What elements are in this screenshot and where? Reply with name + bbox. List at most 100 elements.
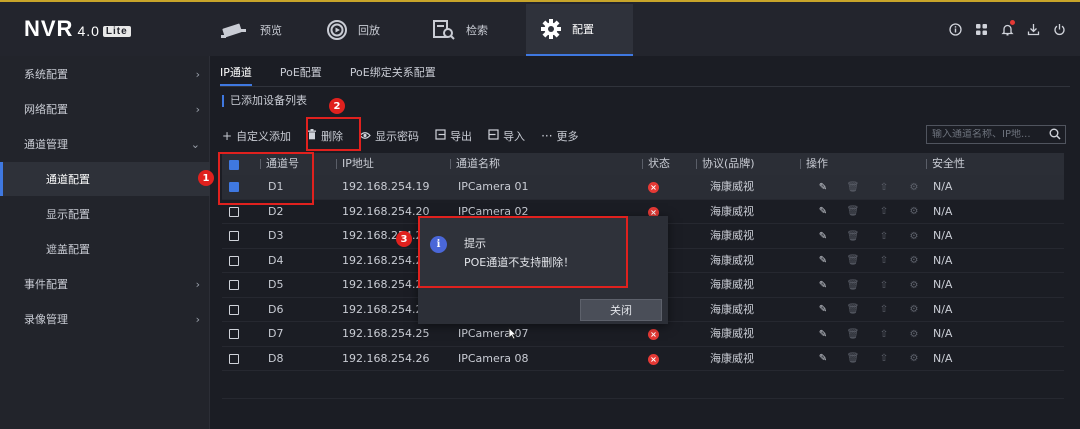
show-password-button[interactable]: 显示密码 (359, 128, 419, 144)
row-checkbox[interactable] (229, 231, 239, 241)
upgrade-icon[interactable]: ⇧ (877, 254, 891, 268)
table-header: 通道号 IP地址 通道名称 状态 协议(品牌) 操作 安全性 (222, 153, 1064, 175)
bell-icon[interactable] (1000, 20, 1015, 36)
tab-poe-config[interactable]: PoE配置 (280, 64, 322, 86)
section-title: 已添加设备列表 (222, 95, 307, 107)
export-button[interactable]: 导出 (435, 128, 472, 144)
upgrade-icon[interactable]: ⇧ (877, 327, 891, 341)
download-icon[interactable] (1026, 22, 1040, 36)
chevron-right-icon: › (195, 312, 200, 326)
import-button[interactable]: 导入 (488, 128, 525, 144)
nav-tab-search[interactable]: 检索 (432, 4, 522, 56)
sidebar-item-network[interactable]: 网络配置 › (0, 92, 210, 126)
upgrade-icon[interactable]: ⇧ (877, 180, 891, 194)
upgrade-icon[interactable]: ⇧ (877, 352, 891, 366)
dialog-title: 提示 (464, 237, 486, 250)
edit-icon[interactable]: ✎ (816, 229, 830, 243)
nav-tab-config[interactable]: 配置 (526, 4, 633, 56)
dialog-close-button[interactable]: 关闭 (580, 299, 662, 321)
row-checkbox[interactable] (229, 304, 239, 315)
cell-protocol: 海康威视 (710, 302, 754, 316)
cell-protocol: 海康威视 (710, 278, 754, 291)
edit-icon[interactable]: ✎ (816, 327, 830, 341)
edit-icon[interactable]: ✎ (816, 303, 830, 317)
cell-channel: D4 (268, 253, 284, 267)
cell-security: N/A (933, 180, 953, 193)
row-checkbox[interactable] (229, 353, 239, 364)
header-ip[interactable]: IP地址 (336, 153, 374, 175)
sidebar-item-channel-management[interactable]: 通道管理 ⌄ (0, 127, 210, 161)
settings-icon[interactable]: ⚙ (907, 303, 921, 317)
cell-ip: 192.168.254.25 (342, 327, 430, 340)
sidebar-item-system[interactable]: 系统配置 › (0, 57, 210, 91)
channel-toolbar: + 自定义添加 删除 显示密码 导出 导入 ··· 更多 (222, 128, 579, 144)
sidebar-item-recording[interactable]: 录像管理 › (0, 302, 210, 336)
upgrade-icon[interactable]: ⇧ (877, 229, 891, 243)
edit-icon[interactable]: ✎ (816, 180, 830, 194)
header-protocol: 协议(品牌) (696, 153, 755, 175)
delete-icon[interactable]: 🗑 (846, 303, 860, 317)
status-offline-icon: × (648, 329, 659, 340)
cell-security: N/A (933, 327, 953, 340)
cell-channel: D6 (268, 302, 284, 316)
more-button[interactable]: ··· 更多 (541, 128, 578, 144)
delete-icon[interactable]: 🗑 (846, 352, 860, 366)
fan-icon[interactable] (974, 22, 988, 36)
cell-security: N/A (933, 204, 953, 218)
info-icon: i (430, 236, 447, 253)
row-checkbox[interactable] (229, 280, 239, 290)
edit-icon[interactable]: ✎ (816, 278, 830, 292)
edit-icon[interactable]: ✎ (816, 254, 830, 268)
tab-ip-channel[interactable]: IP通道 (220, 64, 252, 86)
status-offline-icon: × (648, 182, 659, 193)
delete-icon[interactable]: 🗑 (846, 229, 860, 243)
nav-tab-preview[interactable]: 预览 (216, 4, 308, 56)
import-icon (488, 129, 499, 143)
delete-icon[interactable]: 🗑 (846, 205, 860, 219)
chevron-right-icon: › (195, 277, 200, 291)
settings-icon[interactable]: ⚙ (907, 254, 921, 268)
row-checkbox[interactable] (229, 329, 239, 339)
search-input[interactable] (932, 129, 1047, 140)
upgrade-icon[interactable]: ⇧ (877, 205, 891, 219)
cell-ip: 192.168.254.21 (342, 229, 430, 242)
row-checkbox[interactable] (229, 255, 239, 266)
cell-name: IPCamera 01 (458, 180, 529, 193)
settings-icon[interactable]: ⚙ (907, 278, 921, 292)
delete-icon[interactable]: 🗑 (846, 180, 860, 194)
row-checkbox[interactable] (229, 206, 239, 217)
search-icon[interactable] (1049, 128, 1061, 143)
table-row[interactable]: D1 192.168.254.19 IPCamera 01 × 海康威视 ✎ 🗑 ⇧ ⚙ N/A (222, 175, 1064, 200)
settings-icon[interactable]: ⚙ (907, 327, 921, 341)
delete-icon[interactable]: 🗑 (846, 254, 860, 268)
upgrade-icon[interactable]: ⇧ (877, 278, 891, 292)
sidebar-item-channel-config[interactable]: 通道配置 (0, 162, 210, 196)
upgrade-icon[interactable]: ⇧ (877, 303, 891, 317)
edit-icon[interactable]: ✎ (816, 352, 830, 366)
settings-icon[interactable]: ⚙ (907, 205, 921, 219)
custom-add-button[interactable]: + 自定义添加 (222, 128, 291, 144)
table-row[interactable]: D8 192.168.254.26 IPCamera 08 × 海康威视 ✎ 🗑 ⇧ ⚙ N/A (222, 347, 1064, 371)
top-bar: NVR 4.0 Lite 预览 回放 检索 配置 (0, 0, 1080, 56)
header-name[interactable]: 通道名称 (450, 153, 500, 175)
cell-ip: 192.168.254.23 (342, 278, 430, 291)
delete-icon[interactable]: 🗑 (846, 278, 860, 292)
sidebar-item-event-config[interactable]: 事件配置 › (0, 267, 210, 301)
power-icon[interactable] (1052, 22, 1066, 36)
sidebar-item-display-config[interactable]: 显示配置 (0, 197, 210, 231)
edit-icon[interactable]: ✎ (816, 205, 830, 219)
cell-ip: 192.168.254.26 (342, 351, 430, 365)
settings-icon[interactable]: ⚙ (907, 180, 921, 194)
info-icon[interactable] (948, 22, 962, 36)
nav-tab-playback[interactable]: 回放 (326, 4, 416, 56)
cell-security: N/A (933, 278, 953, 291)
cell-security: N/A (933, 229, 953, 242)
settings-icon[interactable]: ⚙ (907, 229, 921, 243)
cell-name: IPCamera 08 (458, 351, 529, 365)
sidebar-item-mask-config[interactable]: 遮盖配置 (0, 232, 210, 266)
chevron-down-icon: ⌄ (190, 137, 200, 151)
delete-icon[interactable]: 🗑 (846, 327, 860, 341)
table-row[interactable]: D7 192.168.254.25 IPCamera 07 × 海康威视 ✎ 🗑 ⇧ ⚙ N/A (222, 322, 1064, 347)
settings-icon[interactable]: ⚙ (907, 352, 921, 366)
tab-poe-binding[interactable]: PoE绑定关系配置 (350, 64, 436, 86)
